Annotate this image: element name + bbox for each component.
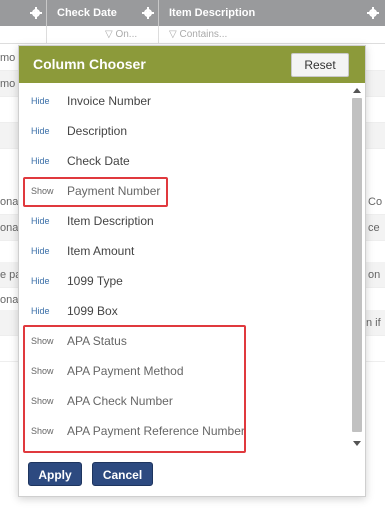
column-label: APA Status	[67, 334, 127, 348]
show-toggle[interactable]: Show	[31, 326, 54, 356]
column-label: 1099 Type	[67, 274, 123, 288]
hide-toggle[interactable]: Hide	[31, 86, 50, 116]
column-label: 1099 Box	[67, 304, 118, 318]
show-toggle[interactable]: Show	[31, 386, 54, 416]
dialog-header: Column Chooser Reset	[19, 46, 365, 83]
cell-text: mo	[0, 78, 16, 90]
grid-column-header-item-description[interactable]: Item Description	[159, 0, 385, 26]
gear-icon[interactable]	[142, 7, 154, 19]
scrollbar-thumb[interactable]	[352, 98, 362, 432]
cell-text: n if	[366, 317, 381, 329]
column-label: Item Amount	[67, 244, 135, 258]
apply-button[interactable]: Apply	[28, 462, 82, 486]
filter-icon: ▽	[105, 29, 116, 40]
grid-column-header[interactable]	[0, 0, 47, 26]
show-toggle[interactable]: Show	[31, 416, 54, 446]
grid-column-label: Item Description	[169, 7, 256, 19]
filter-icon: ▽	[169, 29, 180, 40]
cancel-button[interactable]: Cancel	[92, 462, 153, 486]
column-label: APA Payment Method	[67, 364, 184, 378]
column-label: Description	[67, 124, 128, 138]
hide-toggle[interactable]: Hide	[31, 116, 50, 146]
cell-text: mo	[0, 52, 16, 64]
scroll-up-arrow-icon[interactable]	[353, 88, 361, 93]
column-label: Item Description	[67, 214, 154, 228]
filter-cell-item-description[interactable]: ▽ Contains...	[159, 26, 385, 44]
cell-text: ona	[0, 196, 19, 208]
column-label: Check Date	[67, 154, 130, 168]
hide-toggle[interactable]: Hide	[31, 146, 50, 176]
gear-icon[interactable]	[30, 7, 42, 19]
list-item: Show APA Status	[19, 326, 349, 356]
grid-column-header-check-date[interactable]: Check Date	[47, 0, 159, 26]
column-label: Invoice Number	[67, 94, 152, 108]
list-item: Hide Check Date	[19, 146, 349, 176]
filter-cell[interactable]	[0, 26, 47, 44]
list-item: Show APA Payment Method	[19, 356, 349, 386]
cell-text: ona	[0, 222, 19, 234]
column-label: Payment Number	[67, 184, 161, 198]
list-item: Show APA Payment Reference Number	[19, 416, 349, 446]
cell-text: ce	[368, 222, 380, 234]
column-list: Hide Invoice Number Hide Description Hid…	[19, 86, 351, 448]
hide-toggle[interactable]: Hide	[31, 296, 50, 326]
list-item: Show APA Check Number	[19, 386, 349, 416]
hide-toggle[interactable]: Hide	[31, 266, 50, 296]
grid-column-label: Check Date	[57, 7, 117, 19]
show-toggle[interactable]: Show	[31, 356, 54, 386]
gear-icon[interactable]	[367, 7, 379, 19]
reset-button[interactable]: Reset	[291, 53, 349, 77]
grid-header: Check Date Item Description	[0, 0, 385, 26]
cell-text: on	[368, 269, 381, 281]
list-item: Hide Description	[19, 116, 349, 146]
hide-toggle[interactable]: Hide	[31, 206, 50, 236]
column-chooser-dialog: Column Chooser Reset Hide Invoice Number…	[18, 45, 366, 497]
hide-toggle[interactable]: Hide	[31, 236, 50, 266]
scrollbar[interactable]	[351, 86, 363, 448]
list-item: Hide 1099 Type	[19, 266, 349, 296]
filter-placeholder: Contains...	[179, 29, 228, 40]
filter-placeholder: On...	[115, 29, 138, 40]
list-item: Show Payment Number	[19, 176, 349, 206]
list-item: Hide Invoice Number	[19, 86, 349, 116]
dialog-title: Column Chooser	[33, 56, 146, 72]
list-item: Hide 1099 Box	[19, 296, 349, 326]
filter-cell-check-date[interactable]: ▽ On...	[47, 26, 159, 44]
list-item: Hide Item Description	[19, 206, 349, 236]
scroll-down-arrow-icon[interactable]	[353, 441, 361, 446]
list-item: Hide Item Amount	[19, 236, 349, 266]
column-label: APA Check Number	[67, 394, 173, 408]
show-toggle[interactable]: Show	[31, 176, 54, 206]
cell-text: Co	[368, 196, 383, 208]
grid-filter-row: ▽ On... ▽ Contains...	[0, 26, 385, 44]
column-label: APA Payment Reference Number	[67, 424, 245, 438]
